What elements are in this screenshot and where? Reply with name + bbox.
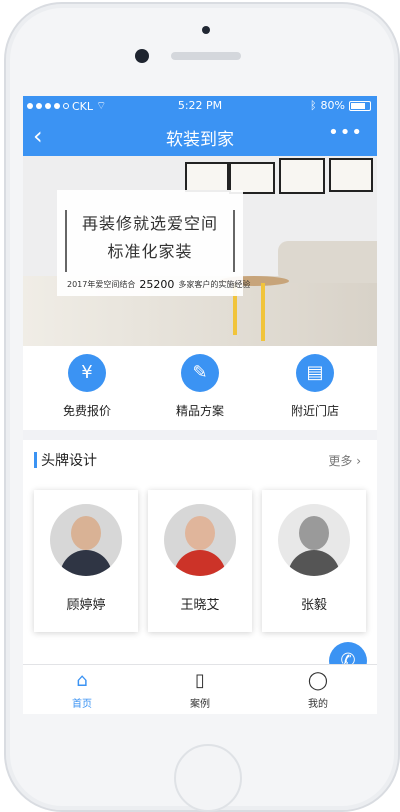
feature-label: 免费报价 (62, 404, 111, 418)
wall-frame (279, 158, 325, 194)
battery-percent: 80% (320, 99, 345, 112)
home-button[interactable] (174, 744, 242, 812)
section-title: 头牌设计 (41, 453, 97, 469)
feature-free-quote[interactable]: ¥ 免费报价 (37, 354, 137, 419)
pencil-ruler-icon: ✎ (181, 354, 219, 392)
designer-card[interactable]: 王晓艾 (148, 490, 252, 632)
document-icon: ▯ (195, 670, 205, 691)
banner-subheadline: 标准化家装 (107, 242, 193, 261)
tab-label: 我的 (308, 699, 328, 710)
user-icon: ◯ (307, 670, 329, 691)
banner-note-prefix: 2017年爱空间结合 (67, 280, 136, 289)
section-accent-bar (34, 452, 37, 468)
avatar (164, 504, 236, 576)
feature-row: ¥ 免费报价 ✎ 精品方案 ▤ 附近门店 (23, 346, 377, 430)
wall-frame (329, 158, 373, 192)
designer-card[interactable]: 张毅 (262, 490, 366, 632)
battery-icon (349, 100, 371, 111)
banner-note-suffix: 多家客户的实施经验 (178, 280, 251, 289)
wall-frame (185, 162, 229, 192)
price-tag-icon: ¥ (68, 354, 106, 392)
tab-bar: ⌂ 首页 ▯ 案例 ◯ 我的 (23, 664, 377, 714)
store-icon: ▤ (296, 354, 334, 392)
avatar-face (185, 516, 215, 550)
hero-banner[interactable]: 再装修就选爱空间 标准化家装 2017年爱空间结合 25200 多家客户的实施经… (23, 156, 377, 346)
avatar-body (174, 550, 226, 576)
designer-name: 张毅 (300, 598, 327, 613)
banner-note-number: 25200 (139, 278, 175, 291)
page-title: 软装到家 (166, 130, 234, 150)
avatar-body (60, 550, 112, 576)
home-icon: ⌂ (76, 670, 88, 691)
tab-profile[interactable]: ◯ 我的 (259, 669, 377, 710)
bluetooth-icon: ᛒ (309, 99, 317, 112)
feature-label: 附近门店 (290, 404, 339, 418)
avatar-body (288, 550, 340, 576)
status-right: ᛒ 80% (310, 99, 371, 112)
front-camera (135, 49, 149, 63)
app-screen: CKL ⌔ 5:22 PM ᛒ 80% ‹ 软装到家 ••• 再装修就选爱空间 … (23, 96, 377, 714)
avatar (50, 504, 122, 576)
avatar (278, 504, 350, 576)
feature-label: 精品方案 (175, 404, 224, 418)
banner-headline: 再装修就选爱空间 (81, 214, 218, 233)
table-leg (261, 283, 265, 341)
nav-bar: ‹ 软装到家 ••• (23, 116, 377, 156)
tab-cases[interactable]: ▯ 案例 (141, 669, 259, 710)
status-bar: CKL ⌔ 5:22 PM ᛒ 80% (23, 96, 377, 116)
top-designers-section: 头牌设计 更多 › 顾婷婷 王晓艾 张毅 (23, 440, 377, 676)
feature-nearby-store[interactable]: ▤ 附近门店 (265, 354, 365, 419)
earpiece-speaker (171, 52, 241, 60)
designer-card[interactable]: 顾婷婷 (34, 490, 138, 632)
sensor (202, 26, 210, 34)
tab-label: 首页 (72, 699, 92, 710)
designer-name: 王晓艾 (180, 598, 220, 613)
more-link[interactable]: 更多 › (328, 452, 361, 469)
more-icon[interactable]: ••• (328, 122, 363, 143)
designer-name: 顾婷婷 (66, 598, 106, 613)
sofa-image (278, 241, 377, 283)
tab-home[interactable]: ⌂ 首页 (23, 669, 141, 710)
banner-text-card: 再装修就选爱空间 标准化家装 2017年爱空间结合 25200 多家客户的实施经… (57, 190, 250, 296)
banner-note: 2017年爱空间结合 25200 多家客户的实施经验 (67, 278, 250, 291)
feature-quality-plan[interactable]: ✎ 精品方案 (150, 354, 250, 419)
tab-label: 案例 (190, 699, 210, 710)
avatar-face (71, 516, 101, 550)
avatar-face (299, 516, 329, 550)
